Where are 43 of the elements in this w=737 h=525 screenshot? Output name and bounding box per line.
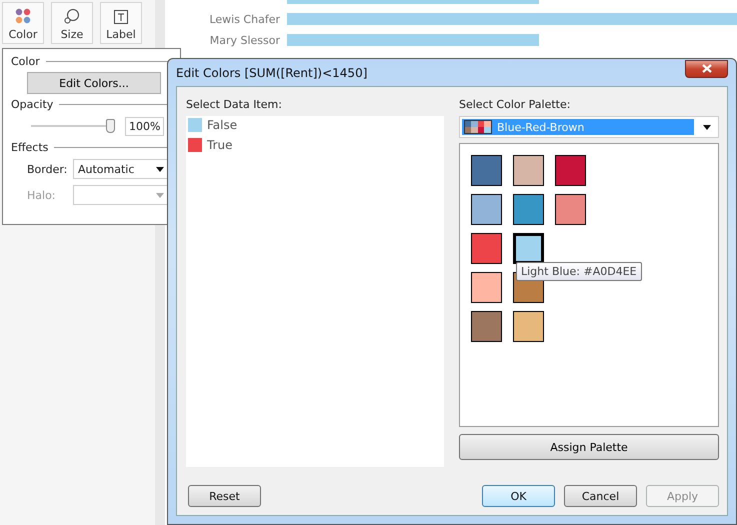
color-swatch[interactable] (513, 311, 544, 342)
section-heading: Color (11, 55, 40, 68)
section-heading: Effects (11, 141, 48, 154)
dialog-button[interactable]: Cancel (564, 485, 637, 507)
data-item[interactable]: False (188, 118, 442, 132)
section-heading: Opacity (11, 98, 54, 111)
circles-icon (64, 8, 80, 24)
tooltip: Light Blue: #A0D4EE (516, 262, 642, 281)
color-swatch[interactable] (555, 194, 586, 225)
color-swatch[interactable] (471, 272, 502, 303)
edit-colors-button[interactable]: Edit Colors... (27, 72, 161, 94)
data-item[interactable]: True (188, 138, 442, 152)
slider-handle[interactable] (106, 119, 115, 133)
close-icon (702, 64, 712, 73)
text-box-icon (114, 10, 128, 24)
reset-button[interactable]: Reset (188, 485, 261, 507)
four-dots-icon (15, 8, 31, 24)
color-swatch[interactable] (513, 194, 544, 225)
marks-card-button[interactable]: Color (2, 2, 44, 44)
color-swatch[interactable] (471, 233, 502, 264)
list-label: Select Data Item: (186, 98, 283, 111)
caret-icon (156, 166, 164, 172)
close-button[interactable] (685, 60, 728, 78)
marks-card-button[interactable]: Size (51, 2, 93, 44)
color-swatch[interactable] (513, 233, 544, 264)
marks-card-button[interactable]: Label (100, 2, 142, 44)
color-swatch[interactable] (471, 194, 502, 225)
field-label: Halo: (27, 188, 57, 202)
palette-label: Select Color Palette: (459, 98, 572, 111)
dropdown[interactable]: Automatic (73, 159, 169, 179)
assign-palette-button[interactable]: Assign Palette (459, 434, 719, 460)
row-label: Mary Slessor (208, 34, 281, 46)
color-swatch[interactable] (471, 155, 502, 186)
palette-icon (464, 120, 492, 134)
color-swatch[interactable] (513, 155, 544, 186)
row-label: Lewis Chafer (208, 12, 281, 26)
window-title: Edit Colors [SUM([Rent])<1450] (176, 66, 368, 80)
field-label: Border: (27, 162, 67, 176)
dialog-button[interactable]: OK (482, 485, 555, 507)
caret-icon (156, 192, 164, 198)
opacity-field[interactable]: 100% (125, 116, 164, 136)
color-swatch[interactable] (555, 155, 586, 186)
color-swatch[interactable] (471, 311, 502, 342)
